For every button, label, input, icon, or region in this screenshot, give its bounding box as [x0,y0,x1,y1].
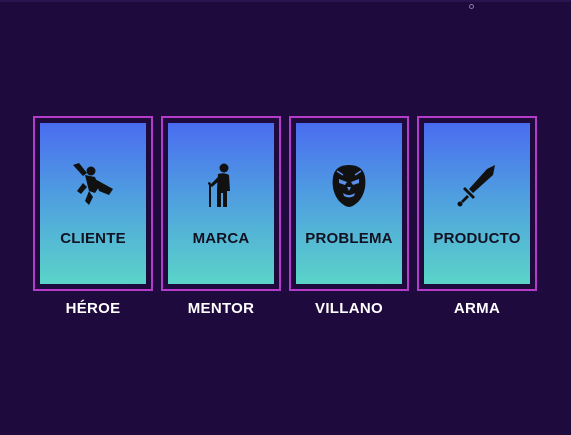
superhero-icon [69,161,117,209]
role-label-arma: ARMA [453,300,501,317]
card-title: PROBLEMA [305,230,393,247]
top-bar [0,0,571,2]
card-title: MARCA [192,230,250,247]
demon-mask-icon [325,161,373,209]
card-body: PROBLEMA [296,123,402,284]
role-label-heroe: HÉROE [65,300,121,317]
card-problema[interactable]: PROBLEMA [289,116,409,291]
card-marca[interactable]: MARCA [161,116,281,291]
role-label-villano: VILLANO [315,300,383,317]
card-body: CLIENTE [40,123,146,284]
card-title: CLIENTE [60,230,126,247]
cards-row: CLIENTE MARCA PROBLEMA PRODUCTO [33,116,539,291]
role-label-mentor: MENTOR [187,300,255,317]
indicator-dot [469,4,474,9]
card-body: PRODUCTO [424,123,530,284]
card-title: PRODUCTO [433,230,521,247]
roles-row: HÉROE MENTOR VILLANO ARMA [33,300,539,320]
elder-with-cane-icon [197,161,245,209]
sword-icon [453,161,501,209]
card-cliente[interactable]: CLIENTE [33,116,153,291]
card-body: MARCA [168,123,274,284]
card-producto[interactable]: PRODUCTO [417,116,537,291]
